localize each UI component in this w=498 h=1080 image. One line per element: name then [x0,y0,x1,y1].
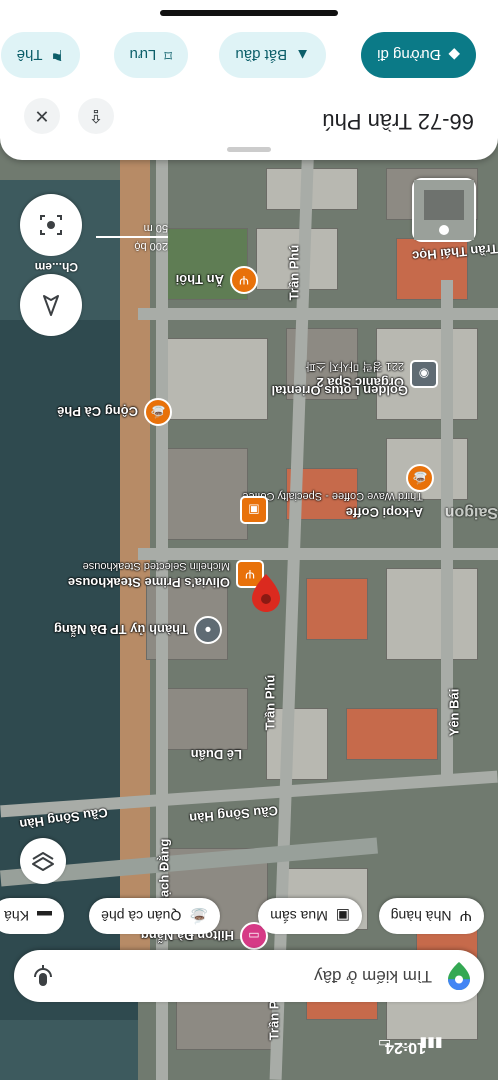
chip-restaurants[interactable]: Ψ Nhà hàng [378,898,484,934]
flag-icon: ⚑ [50,46,64,63]
building [166,688,248,750]
navigation-arrow-icon [43,295,59,316]
building [306,578,368,640]
mic-icon[interactable] [30,963,56,989]
search-bar[interactable]: Tìm kiếm ở đây [14,950,484,1002]
poi-cong[interactable]: ☕ Cộng Cà Phê [57,398,172,426]
location-pin[interactable] [252,574,280,612]
shopping-bag-icon: ▣ [240,496,268,524]
map-scale: 200 bộ 50 m [96,222,168,252]
layers-icon [32,852,54,871]
poi-olivias[interactable]: Ψ Olivia's Prime Steakhouse Michelin Sele… [68,558,264,590]
status-icons: ▮▮▮ ◠ ▭ [378,1035,443,1052]
shortcut-label: Ch...em [34,260,78,274]
share-button[interactable]: ⇪ [78,98,114,134]
status-bar: 10:24 ▮▮▮ ◠ ▭ [0,1020,498,1080]
close-icon: ✕ [34,106,50,127]
building [346,708,438,760]
share-icon: ⇪ [88,106,104,127]
battery-icon: ▭ [378,1036,392,1052]
drag-handle[interactable] [227,147,271,152]
start-button[interactable]: ▲ Bắt đầu [219,32,326,78]
bookmark-icon: ⌑ [164,46,172,63]
watermark: Saigon [444,504,498,521]
navigation-icon: ▲ [295,46,310,64]
directions-button[interactable]: ◆ Đường đi [361,32,476,78]
coffee-icon: ☕ [144,398,172,426]
street-label: Lê Duẩn [190,747,242,762]
my-location-button[interactable] [20,274,82,336]
bed-icon: ▬ [37,907,52,925]
building [386,568,478,660]
poi-golden-lotus-label[interactable]: Golden Lotus Oriental [271,383,408,398]
poi-akopi[interactable]: A-kopi Coffe Third Wave Coffee - Specialt… [242,488,423,520]
building [156,448,248,540]
government-icon: ● [194,616,222,644]
coffee-icon: ☕ [189,907,208,924]
category-chips: Ψ Nhà hàng ▣ Mua sắm ☕ Quán cà phê ▬ Khá [0,894,498,934]
wifi-icon: ◠ [399,1036,412,1052]
street-view-thumbnail[interactable] [412,178,476,242]
poi-thanh-uy[interactable]: ● Thành ủy TP Đà Nẵng [54,616,222,644]
directions-icon: ◆ [448,46,460,63]
place-sheet[interactable]: 66-72 Trần Phú ⇪ ✕ ◆ Đường đi ▲ Bắt đầu … [0,0,498,160]
fork-knife-icon: Ψ [459,907,472,925]
restaurant-icon: Ψ [230,266,258,294]
layers-button[interactable] [20,838,66,884]
spa-icon: ◉ [410,360,438,388]
poi-shop[interactable]: ▣ [240,496,268,524]
camera-lens-icon [40,215,62,235]
signal-icon: ▮▮▮ [419,1036,443,1052]
street-label: Trần Phú [262,674,278,731]
road-horizontal [138,308,498,320]
save-button[interactable]: ⌑ Lưu [113,32,188,78]
street-label: Trần Phú [286,244,302,301]
chip-cafes[interactable]: ☕ Quán cà phê [89,898,220,934]
street-view-icon [414,180,474,240]
search-placeholder: Tìm kiếm ở đây [314,967,432,986]
chip-shopping[interactable]: ▣ Mua sắm [258,898,362,934]
lens-button[interactable] [20,194,82,256]
poi-an-thoi[interactable]: Ψ Ăn Thôi [176,266,258,294]
chip-hotels[interactable]: ▬ Khá [0,898,64,934]
close-button[interactable]: ✕ [24,98,60,134]
maps-screen: Trần Phú Trần Phú Trần Phú Lê Duẩn Cầu S… [0,0,498,1080]
home-indicator[interactable] [160,10,338,16]
street-label: Yên Bái [446,688,462,737]
add-label-button[interactable]: ⚑ Thê [0,32,80,78]
action-row: ◆ Đường đi ▲ Bắt đầu ⌑ Lưu ⚑ Thê [0,30,498,78]
shopping-bag-icon: ▣ [335,907,350,924]
street-label: Cầu Sông Hàn [188,803,279,826]
building [156,338,268,420]
place-address: 66-72 Trần Phú [322,109,474,134]
coffee-icon: ☕ [406,464,434,492]
poi-coffee-marker[interactable]: ☕ [406,464,434,492]
google-maps-pin-icon [448,962,470,990]
